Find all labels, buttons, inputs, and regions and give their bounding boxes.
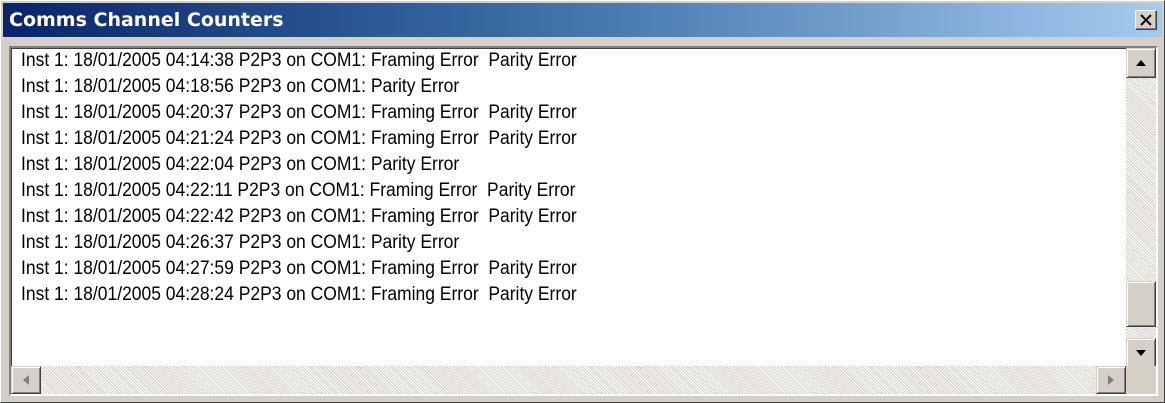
title-bar[interactable]: Comms Channel Counters — [3, 3, 1162, 37]
scroll-left-button[interactable] — [11, 366, 41, 394]
vertical-scrollbar[interactable] — [1126, 48, 1156, 368]
comms-channel-counters-window: Comms Channel Counters Inst 1: 18/01/200… — [0, 0, 1165, 403]
arrow-left-icon — [23, 375, 29, 385]
close-icon — [1140, 14, 1152, 26]
log-line: Inst 1: 18/01/2005 04:28:24 P2P3 on COM1… — [21, 284, 577, 305]
arrow-right-icon — [1108, 375, 1114, 385]
vertical-scroll-thumb[interactable] — [1126, 281, 1156, 328]
log-list[interactable]: Inst 1: 18/01/2005 04:14:38 P2P3 on COM1… — [11, 48, 1128, 371]
scroll-right-button[interactable] — [1096, 366, 1126, 394]
close-button[interactable] — [1135, 10, 1157, 30]
window-title: Comms Channel Counters — [9, 9, 284, 31]
arrow-up-icon — [1136, 60, 1146, 66]
log-line: Inst 1: 18/01/2005 04:26:37 P2P3 on COM1… — [21, 232, 460, 253]
log-panel: Inst 1: 18/01/2005 04:14:38 P2P3 on COM1… — [9, 46, 1158, 396]
log-line: Inst 1: 18/01/2005 04:20:37 P2P3 on COM1… — [21, 102, 577, 123]
log-line: Inst 1: 18/01/2005 04:14:38 P2P3 on COM1… — [21, 50, 577, 71]
log-line: Inst 1: 18/01/2005 04:22:42 P2P3 on COM1… — [21, 206, 577, 227]
log-line: Inst 1: 18/01/2005 04:18:56 P2P3 on COM1… — [21, 76, 460, 97]
scroll-down-button[interactable] — [1126, 338, 1156, 368]
log-line: Inst 1: 18/01/2005 04:22:11 P2P3 on COM1… — [21, 180, 576, 201]
arrow-down-icon — [1136, 350, 1146, 356]
log-line: Inst 1: 18/01/2005 04:27:59 P2P3 on COM1… — [21, 258, 577, 279]
log-line: Inst 1: 18/01/2005 04:21:24 P2P3 on COM1… — [21, 128, 577, 149]
scrollbar-corner — [1126, 366, 1156, 394]
scroll-up-button[interactable] — [1126, 48, 1156, 78]
log-line: Inst 1: 18/01/2005 04:22:04 P2P3 on COM1… — [21, 154, 460, 175]
horizontal-scrollbar[interactable] — [11, 366, 1126, 394]
